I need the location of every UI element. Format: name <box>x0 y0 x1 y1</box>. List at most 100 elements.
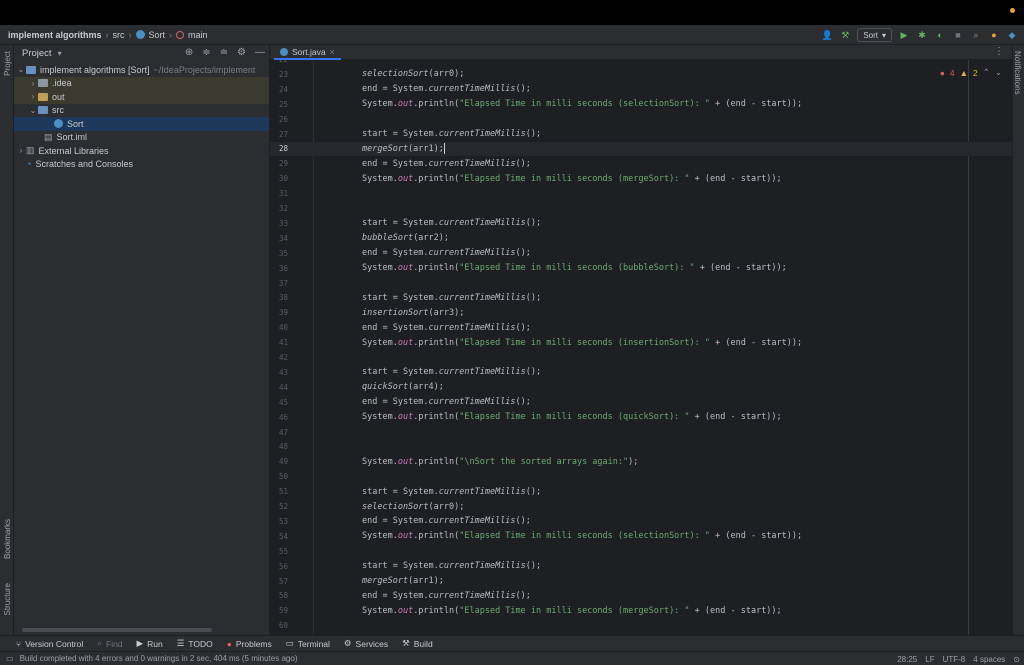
update-dot[interactable] <box>1010 8 1015 13</box>
line-number: 41 <box>278 338 288 348</box>
line-number: 24 <box>278 84 288 94</box>
tree-item-root[interactable]: ⌄ implement algorithms [Sort] ~/IdeaProj… <box>14 63 269 77</box>
tree-item-external-libraries[interactable]: › ▥ External Libraries <box>14 144 269 158</box>
chevron-right-icon[interactable]: › <box>28 79 38 88</box>
line-number: 23 <box>278 69 288 79</box>
search-icon[interactable]: ⌕ <box>970 29 982 41</box>
update-icon[interactable]: ● <box>988 29 1000 41</box>
lock-icon[interactable]: ⊙ <box>1013 655 1020 664</box>
bookmarks-tool-label[interactable]: Bookmarks <box>3 519 12 559</box>
code-token: quickSort <box>362 382 409 393</box>
line-number: 34 <box>278 233 288 243</box>
breadcrumb-src[interactable]: src <box>113 30 125 40</box>
tree-item-sort-iml[interactable]: ▤ Sort.iml <box>14 131 269 145</box>
close-icon[interactable]: × <box>330 47 335 57</box>
tool-todo[interactable]: ☰ TODO <box>177 638 213 649</box>
chevron-down-icon[interactable]: ⌄ <box>995 67 1002 78</box>
code-line: 42 <box>270 350 1024 365</box>
chevron-down-icon[interactable]: ⌄ <box>16 65 26 74</box>
line-separator[interactable]: LF <box>925 655 934 664</box>
more-options-icon[interactable]: ⋮ <box>994 46 1004 57</box>
chevron-right-icon[interactable]: › <box>16 146 26 155</box>
collapse-all-icon[interactable]: ≐ <box>220 47 228 58</box>
chevron-right-icon[interactable]: › <box>28 92 38 101</box>
chevron-right-icon: › <box>105 29 109 40</box>
tool-terminal[interactable]: ▭ Terminal <box>286 638 330 649</box>
chevron-down-icon[interactable]: ▾ <box>58 49 62 58</box>
folder-icon <box>38 79 48 88</box>
caret-position[interactable]: 28:25 <box>897 655 917 664</box>
tree-item-idea[interactable]: › .idea <box>14 76 269 90</box>
tool-find[interactable]: ⌕ Find <box>97 638 122 649</box>
status-toggle-icon[interactable]: ▭ <box>6 654 14 663</box>
breadcrumb-project[interactable]: implement algorithms <box>8 30 102 40</box>
tool-run[interactable]: ▶ Run <box>137 638 163 649</box>
line-number: 49 <box>278 457 288 467</box>
code-line: 50 <box>270 469 1024 484</box>
expand-all-icon[interactable]: ≑ <box>202 47 210 58</box>
main-toolbar: 👤 ⚒ Sort ▾ ▶ ✱ ◐ ■ ⌕ ● ◆ <box>821 25 1024 45</box>
code-text: start = System.currentTimeMillis(); <box>362 561 541 571</box>
run-config-select[interactable]: Sort ▾ <box>857 28 892 42</box>
code-token: (arr1); <box>408 144 444 155</box>
hammer-icon: ⚒ <box>402 638 410 648</box>
tree-item-scratches[interactable]: ◔ Scratches and Consoles <box>14 158 269 172</box>
plugin-icon[interactable]: ◆ <box>1006 29 1018 41</box>
iml-file-icon: ▤ <box>44 131 53 142</box>
services-icon: ⚙ <box>343 638 352 648</box>
inspection-widget[interactable]: ● 4 ▲ 2 ⌃ ⌄ <box>940 67 1002 78</box>
coverage-icon[interactable]: ◐ <box>934 29 946 41</box>
stop-icon[interactable]: ■ <box>952 29 964 41</box>
run-icon[interactable]: ▶ <box>898 29 910 41</box>
code-token: out <box>397 456 414 467</box>
gear-icon[interactable]: ⚙ <box>237 47 246 58</box>
tool-build[interactable]: ⚒ Build <box>402 638 433 649</box>
file-encoding[interactable]: UTF-8 <box>943 655 966 664</box>
library-icon: ▥ <box>26 145 35 156</box>
structure-tool-label[interactable]: Structure <box>3 583 12 615</box>
tab-sort-java[interactable]: Sort.java × <box>274 45 341 60</box>
project-panel-scrollbar[interactable] <box>22 628 212 632</box>
code-token: + (end - start)); <box>710 99 803 110</box>
status-message[interactable]: Build completed with 4 errors and 0 warn… <box>20 654 298 663</box>
code-token: System. <box>362 456 398 467</box>
debug-icon[interactable]: ✱ <box>916 29 928 41</box>
project-tool-label[interactable]: Project <box>3 51 12 76</box>
breadcrumb: implement algorithms › src › Sort › main <box>8 30 208 40</box>
tool-label: TODO <box>188 638 213 649</box>
code-line: 45 end = System.currentTimeMillis(); <box>270 395 1024 410</box>
breadcrumb-class[interactable]: Sort <box>149 30 166 40</box>
build-hammer-icon[interactable]: ⚒ <box>839 29 851 41</box>
tool-version-control[interactable]: ⑂ Version Control <box>16 639 83 649</box>
code-token: System. <box>362 99 398 110</box>
tree-item-sort-class[interactable]: Sort <box>14 117 269 131</box>
tree-item-src[interactable]: ⌄ src <box>14 104 269 118</box>
code-area[interactable]: 22 23selectionSort(arr0);24end = System.… <box>270 60 1024 635</box>
tool-services[interactable]: ⚙ Services <box>344 638 388 649</box>
line-number: 56 <box>278 561 288 571</box>
line-number: 51 <box>278 487 288 497</box>
code-token: currentTimeMillis <box>438 292 526 303</box>
project-panel-title[interactable]: Project <box>22 48 52 59</box>
user-icon[interactable]: 👤 <box>821 29 833 41</box>
code-token: System. <box>362 605 398 616</box>
tool-label: Run <box>147 638 163 649</box>
code-token: (); <box>515 397 531 408</box>
hide-icon[interactable]: — <box>255 47 265 58</box>
tree-external-libraries-label: External Libraries <box>38 145 109 156</box>
breadcrumb-method[interactable]: main <box>188 30 208 40</box>
indent-setting[interactable]: 4 spaces <box>973 655 1005 664</box>
chevron-down-icon[interactable]: ⌄ <box>28 106 38 115</box>
tool-problems[interactable]: ● Problems <box>227 639 272 649</box>
notifications-tool-label[interactable]: Notifications <box>1013 51 1022 95</box>
tree-item-out[interactable]: › out <box>14 90 269 104</box>
code-token: out <box>397 263 414 274</box>
code-token: start <box>362 129 388 140</box>
project-panel-header: Project ▾ ⊕ ≑ ≐ ⚙ — <box>14 45 269 61</box>
line-number: 22 <box>270 60 310 64</box>
locate-icon[interactable]: ⊕ <box>185 47 193 58</box>
code-token: = System. <box>377 84 429 95</box>
code-token: = System. <box>377 248 429 259</box>
code-token: currentTimeMillis <box>438 486 526 497</box>
chevron-up-icon[interactable]: ⌃ <box>983 67 990 78</box>
